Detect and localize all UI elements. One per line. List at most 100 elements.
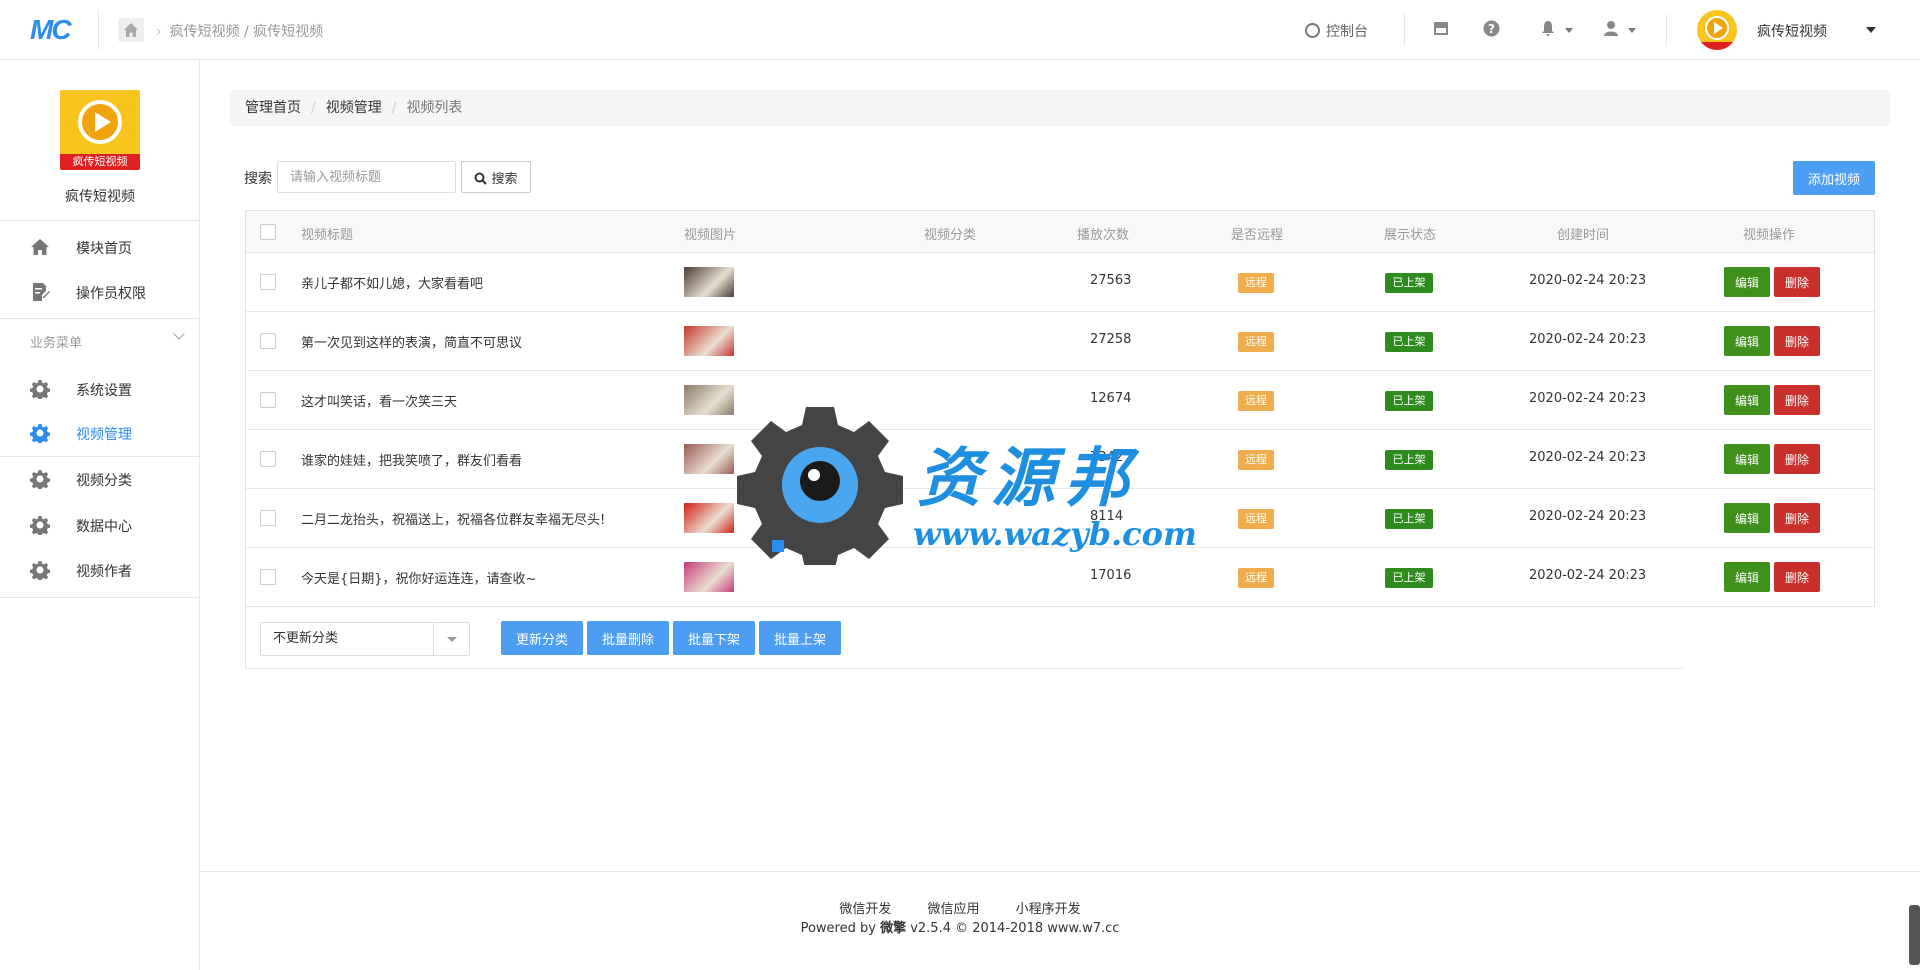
console-link[interactable]: 控制台 — [1305, 21, 1368, 41]
header-crumb-app[interactable]: 疯传短视频 — [170, 24, 240, 40]
brand-logo[interactable]: MC — [30, 14, 72, 46]
gear-icon — [29, 469, 51, 491]
sidebar-item-video-category[interactable]: 视频分类 — [0, 457, 199, 501]
sidebar-item-operator-permissions[interactable]: 操作员权限 — [0, 270, 199, 314]
category-select[interactable]: 不更新分类 — [260, 622, 470, 656]
bell-icon[interactable] — [1540, 20, 1574, 40]
scrollbar-handle[interactable] — [1909, 905, 1920, 965]
row-checkbox[interactable] — [260, 392, 276, 408]
delete-button[interactable]: 删除 — [1774, 562, 1820, 592]
gear-icon — [29, 515, 51, 537]
bulk-onshelf-button[interactable]: 批量上架 — [759, 621, 841, 655]
footer-link[interactable]: 微信开发 — [839, 902, 891, 917]
video-thumbnail[interactable] — [684, 267, 734, 297]
sidebar-item-module-home[interactable]: 模块首页 — [0, 225, 199, 269]
edit-button[interactable]: 编辑 — [1724, 444, 1770, 474]
status-badge: 已上架 — [1385, 450, 1433, 470]
breadcrumb-current: 视频列表 — [406, 100, 463, 116]
select-all-checkbox[interactable] — [260, 224, 276, 240]
delete-button[interactable]: 删除 — [1774, 444, 1820, 474]
status-badge: 已上架 — [1385, 568, 1433, 588]
delete-button[interactable]: 删除 — [1774, 267, 1820, 297]
row-checkbox[interactable] — [260, 510, 276, 526]
delete-button[interactable]: 删除 — [1774, 385, 1820, 415]
search-label: 搜索 — [244, 171, 272, 187]
help-icon[interactable]: ? — [1483, 20, 1500, 41]
remote-badge: 远程 — [1238, 509, 1274, 529]
video-thumbnail[interactable] — [684, 503, 734, 533]
created-time: 2020-02-24 20:23 — [1529, 509, 1647, 524]
status-badge: 已上架 — [1385, 509, 1433, 529]
video-thumbnail[interactable] — [684, 562, 734, 592]
footer-link[interactable]: 小程序开发 — [1016, 902, 1081, 917]
row-checkbox[interactable] — [260, 569, 276, 585]
video-title: 今天是{日期}，祝你好运连连，请查收~ — [301, 572, 537, 587]
status-badge: 已上架 — [1385, 391, 1433, 411]
chevron-down-icon[interactable] — [1866, 27, 1876, 33]
sidebar-item-data-center[interactable]: 数据中心 — [0, 503, 199, 547]
add-video-button[interactable]: 添加视频 — [1793, 161, 1875, 195]
edit-button[interactable]: 编辑 — [1724, 562, 1770, 592]
remote-badge: 远程 — [1238, 450, 1274, 470]
top-header: MC › 疯传短视频 / 疯传短视频 控制台 ? 疯传短视频 — [0, 0, 1920, 60]
video-thumbnail[interactable] — [684, 326, 734, 356]
created-time: 2020-02-24 20:23 — [1529, 450, 1647, 465]
user-icon[interactable] — [1603, 20, 1637, 40]
column-header: 视频标题 — [301, 228, 354, 243]
powered-brand[interactable]: 微擎 — [880, 921, 906, 936]
edit-button[interactable]: 编辑 — [1724, 503, 1770, 533]
column-header: 是否远程 — [1231, 228, 1284, 243]
remote-badge: 远程 — [1238, 568, 1274, 588]
search-button[interactable]: 搜索 — [461, 161, 531, 193]
gear-icon — [29, 379, 51, 401]
play-icon — [78, 100, 122, 144]
search-input[interactable] — [277, 161, 456, 193]
app-name: 疯传短视频 — [65, 189, 135, 205]
store-icon[interactable] — [1433, 20, 1449, 40]
home-icon — [30, 237, 50, 257]
edit-button[interactable]: 编辑 — [1724, 326, 1770, 356]
footer-divider — [200, 871, 1920, 872]
footer-links: 微信开发 微信应用 小程序开发 — [0, 898, 1920, 917]
sidebar-item-video-author[interactable]: 视频作者 — [0, 548, 199, 592]
sidebar-item-video-management[interactable]: 视频管理 — [0, 411, 199, 455]
row-checkbox[interactable] — [260, 451, 276, 467]
gear-icon — [29, 423, 51, 445]
play-count: 27258 — [1090, 332, 1132, 347]
play-count: 12674 — [1090, 391, 1132, 406]
play-count: 17016 — [1090, 568, 1132, 583]
video-title: 谁家的娃娃，把我笑喷了，群友们看看 — [301, 454, 523, 469]
gear-icon — [29, 560, 51, 582]
chevron-down-icon[interactable] — [173, 328, 185, 340]
sidebar-item-label: 数据中心 — [76, 519, 132, 535]
home-icon[interactable] — [118, 18, 144, 42]
delete-button[interactable]: 删除 — [1774, 503, 1820, 533]
sidebar-item-label: 视频管理 — [76, 427, 132, 443]
row-checkbox[interactable] — [260, 274, 276, 290]
delete-button[interactable]: 删除 — [1774, 326, 1820, 356]
created-time: 2020-02-24 20:23 — [1529, 332, 1647, 347]
breadcrumb-home[interactable]: 管理首页 — [245, 100, 301, 116]
footer-link[interactable]: 微信应用 — [927, 902, 979, 917]
bulk-delete-button[interactable]: 批量删除 — [587, 621, 669, 655]
user-name[interactable]: 疯传短视频 — [1757, 21, 1827, 41]
column-header: 播放次数 — [1077, 228, 1130, 243]
sidebar: 疯传短视频 疯传短视频 模块首页 操作员权限 业务菜单 系统设置 视频管理 视频… — [0, 60, 200, 970]
remote-badge: 远程 — [1238, 273, 1274, 293]
update-category-button[interactable]: 更新分类 — [501, 621, 583, 655]
sidebar-divider — [0, 318, 199, 319]
edit-button[interactable]: 编辑 — [1724, 385, 1770, 415]
avatar[interactable] — [1697, 10, 1737, 50]
breadcrumb-video-management[interactable]: 视频管理 — [326, 100, 382, 116]
video-title: 二月二龙抬头，祝福送上，祝福各位群友幸福无尽头! — [301, 513, 606, 528]
edit-button[interactable]: 编辑 — [1724, 267, 1770, 297]
row-checkbox[interactable] — [260, 333, 276, 349]
video-thumbnail[interactable] — [684, 385, 734, 415]
header-breadcrumb: › 疯传短视频 / 疯传短视频 — [156, 24, 324, 40]
sidebar-item-system-settings[interactable]: 系统设置 — [0, 367, 199, 411]
header-crumb-current[interactable]: 疯传短视频 — [253, 24, 323, 40]
table-row: 亲儿子都不如儿媳，大家看看吧 27563 远程 已上架 2020-02-24 20:23… — [246, 253, 1874, 312]
bulk-offshelf-button[interactable]: 批量下架 — [673, 621, 755, 655]
status-badge: 已上架 — [1385, 273, 1433, 293]
video-thumbnail[interactable] — [684, 444, 734, 474]
